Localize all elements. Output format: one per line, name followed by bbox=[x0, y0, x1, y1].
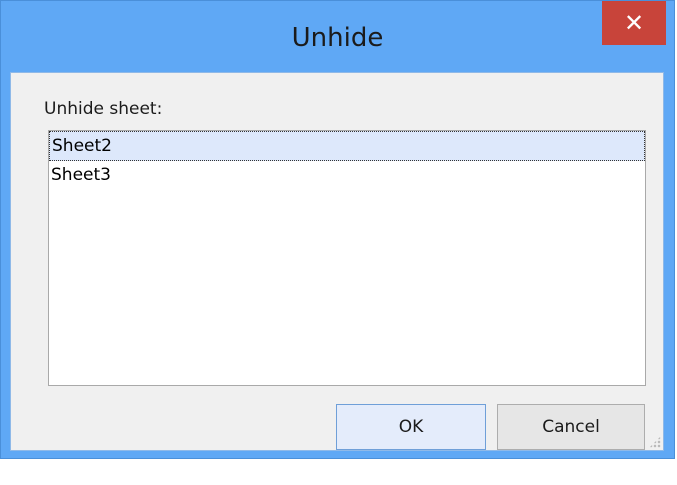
unhide-sheet-label: Unhide sheet: bbox=[44, 99, 163, 119]
ok-button[interactable]: OK bbox=[336, 404, 486, 450]
dialog-title: Unhide bbox=[291, 23, 384, 53]
title-bar[interactable]: Unhide ✕ bbox=[1, 1, 674, 81]
cancel-button[interactable]: Cancel bbox=[497, 404, 645, 450]
list-item-sheet3[interactable]: Sheet3 bbox=[49, 161, 645, 191]
list-item-sheet2[interactable]: Sheet2 bbox=[49, 131, 645, 161]
sheet-listbox[interactable]: Sheet2 Sheet3 bbox=[48, 130, 646, 386]
close-icon: ✕ bbox=[623, 9, 645, 37]
unhide-dialog-window: Unhide ✕ Unhide sheet: Sheet2 Sheet3 OK … bbox=[0, 0, 675, 459]
resize-grip-icon[interactable] bbox=[649, 436, 661, 448]
close-button[interactable]: ✕ bbox=[602, 1, 666, 45]
dialog-body: Unhide sheet: Sheet2 Sheet3 OK Cancel bbox=[10, 72, 664, 451]
